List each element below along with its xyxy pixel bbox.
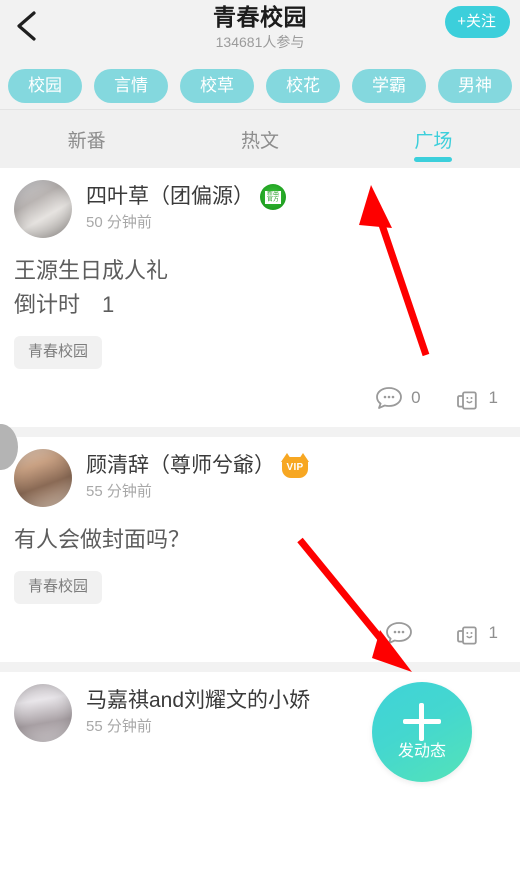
post-content: 王源生日成人礼 倒计时 1: [14, 258, 169, 317]
comment-bubble-icon: [385, 620, 413, 646]
avatar[interactable]: [14, 180, 72, 238]
create-post-fab[interactable]: 发动态: [372, 682, 472, 782]
vip-badge-body: VIP: [282, 457, 308, 478]
post-feed: 四叶草（团偏源） 新出官方 50 分钟前 王源生日成人礼 倒计时 1 青春校园: [0, 168, 520, 748]
like-action[interactable]: 1: [455, 620, 498, 646]
post-meta: 顾清辞（尊师兮爺） VIP 55 分钟前: [86, 453, 309, 503]
page-title: 青春校园: [213, 4, 307, 30]
post-meta: 四叶草（团偏源） 新出官方 50 分钟前: [86, 184, 286, 234]
avatar[interactable]: [14, 449, 72, 507]
post-tag-row: 青春校园: [0, 557, 520, 604]
follow-button[interactable]: +关注: [445, 6, 510, 38]
post-timestamp: 50 分钟前: [86, 214, 152, 231]
chip-yanqing[interactable]: 言情: [94, 68, 168, 103]
post-item[interactable]: 顾清辞（尊师兮爺） VIP 55 分钟前 有人会做封面吗？ 青春校园 1: [0, 437, 520, 662]
chip-xueba[interactable]: 学霸: [352, 68, 426, 103]
tab-rewen[interactable]: 热文: [173, 110, 346, 168]
like-count: 1: [488, 388, 498, 407]
post-item[interactable]: 四叶草（团偏源） 新出官方 50 分钟前 王源生日成人礼 倒计时 1 青春校园: [0, 168, 520, 427]
post-author-row: 马嘉祺and刘耀文的小娇: [86, 688, 310, 714]
plus-icon: [403, 703, 441, 741]
post-author-name[interactable]: 顾清辞（尊师兮爺）: [86, 453, 275, 479]
post-action-row: 1: [0, 604, 520, 662]
green-seal-badge-icon: 新出官方: [260, 184, 286, 210]
post-timestamp: 55 分钟前: [86, 483, 152, 500]
post-author-row: 四叶草（团偏源） 新出官方: [86, 184, 286, 210]
chevron-left-icon: [13, 9, 39, 43]
badge-inner-label: 新出官方: [265, 190, 281, 204]
post-author-name[interactable]: 马嘉祺and刘耀文的小娇: [86, 688, 310, 714]
post-author-name[interactable]: 四叶草（团偏源）: [86, 184, 254, 210]
thumbs-up-icon: [455, 620, 481, 646]
like-count: 1: [488, 623, 498, 642]
post-tag-row: 青春校园: [0, 322, 520, 369]
post-action-row: 0 1: [0, 369, 520, 427]
feed-tab-bar: 新番 热文 广场: [0, 110, 520, 168]
category-chip-row[interactable]: 校园 言情 校草 校花 学霸 男神: [0, 62, 520, 110]
comment-action[interactable]: 0: [375, 385, 421, 411]
chip-nanshen[interactable]: 男神: [438, 68, 512, 103]
post-tag[interactable]: 青春校园: [14, 336, 103, 369]
post-header: 顾清辞（尊师兮爺） VIP 55 分钟前: [0, 437, 520, 513]
page-header: 青春校园 134681人参与 +关注: [0, 0, 520, 62]
post-author-row: 顾清辞（尊师兮爺） VIP: [86, 453, 309, 479]
comment-action[interactable]: [385, 620, 421, 646]
participant-count: 134681人参与: [215, 34, 305, 50]
thumbs-up-icon: [455, 385, 481, 411]
chip-xiaoyuan[interactable]: 校园: [8, 68, 82, 103]
back-button[interactable]: [4, 4, 48, 48]
chip-xiaocao[interactable]: 校草: [180, 68, 254, 103]
post-meta: 马嘉祺and刘耀文的小娇 55 分钟前: [86, 688, 310, 738]
post-divider: [0, 427, 520, 437]
chip-xiaohua[interactable]: 校花: [266, 68, 340, 103]
comment-count: 0: [411, 388, 421, 407]
like-action[interactable]: 1: [455, 385, 498, 411]
comment-bubble-icon: [375, 385, 403, 411]
post-tag[interactable]: 青春校园: [14, 571, 103, 604]
post-content: 有人会做封面吗？: [14, 527, 191, 552]
post-divider: [0, 662, 520, 672]
header-title-group: 青春校园 134681人参与: [0, 2, 520, 52]
app-root: 青春校园 134681人参与 +关注 校园 言情 校草 校花 学霸 男神 新番 …: [0, 0, 520, 874]
create-post-fab-label: 发动态: [397, 743, 446, 760]
tab-guangchang[interactable]: 广场: [347, 110, 520, 168]
tab-xinfan[interactable]: 新番: [0, 110, 173, 168]
avatar[interactable]: [14, 684, 72, 742]
vip-cat-badge-icon: VIP: [281, 453, 309, 479]
vip-label: VIP: [286, 462, 304, 473]
post-header: 四叶草（团偏源） 新出官方 50 分钟前: [0, 168, 520, 244]
post-timestamp: 55 分钟前: [86, 718, 152, 735]
